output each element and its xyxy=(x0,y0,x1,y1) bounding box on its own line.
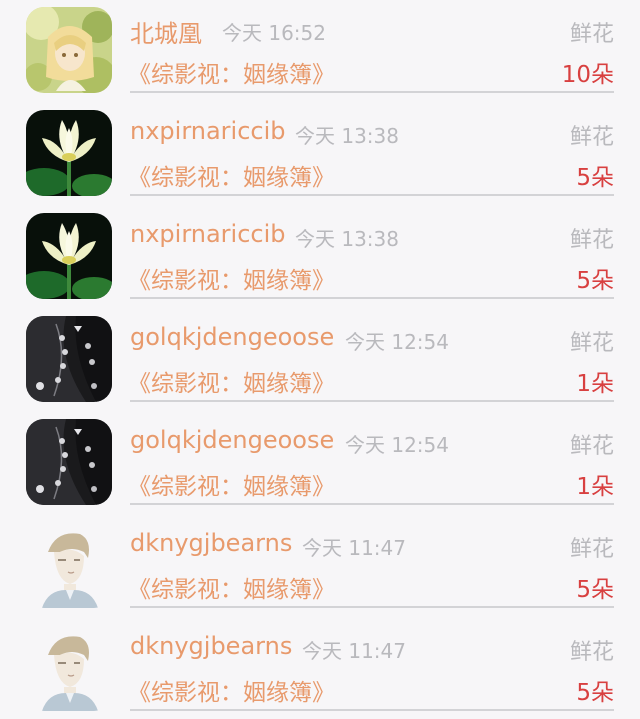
row-divider xyxy=(130,91,614,93)
gift-record-row[interactable]: dknygjbearns 今天 11:47 鲜花《综影视：姻缘簿》 5朵 xyxy=(0,618,640,719)
gift-type: 鲜花 xyxy=(569,434,614,459)
book-title-link[interactable]: 《综影视：姻缘簿》 xyxy=(128,55,335,89)
gift-type: 鲜花 xyxy=(569,22,614,47)
user-name[interactable]: nxpirnariccib xyxy=(130,220,286,248)
anime-girl-avatar[interactable] xyxy=(26,7,112,93)
book-title-link[interactable]: 《综影视：姻缘簿》 xyxy=(128,158,335,192)
book-title-link[interactable]: 《综影视：姻缘簿》 xyxy=(128,570,335,604)
gift-record-row[interactable]: nxpirnariccib 今天 13:38 鲜花《综影视：姻缘簿》 5朵 xyxy=(0,206,640,309)
gift-record-row[interactable]: nxpirnariccib 今天 13:38 鲜花《综影视：姻缘簿》 5朵 xyxy=(0,103,640,206)
row-divider xyxy=(130,709,614,711)
dark-jewelry-avatar[interactable] xyxy=(26,316,112,402)
gift-type: 鲜花 xyxy=(569,125,614,150)
sketch-boy-avatar[interactable] xyxy=(26,625,112,711)
dark-jewelry-avatar[interactable] xyxy=(26,419,112,505)
row-divider xyxy=(130,194,614,196)
gift-record-row[interactable]: golqkjdengeoose 今天 12:54 鲜花《综影视：姻缘簿》 1朵 xyxy=(0,412,640,515)
row-divider xyxy=(130,400,614,402)
gift-record-row[interactable]: dknygjbearns 今天 11:47 鲜花《综影视：姻缘簿》 5朵 xyxy=(0,515,640,618)
gift-count: 1朵 xyxy=(576,371,614,397)
row-divider xyxy=(130,503,614,505)
gift-count: 1朵 xyxy=(576,474,614,500)
user-name[interactable]: 北城凰 xyxy=(130,14,202,49)
gift-count: 5朵 xyxy=(576,268,614,294)
user-name[interactable]: nxpirnariccib xyxy=(130,117,286,145)
gift-type: 鲜花 xyxy=(569,537,614,562)
user-name[interactable]: golqkjdengeoose xyxy=(130,426,334,454)
lotus-avatar[interactable] xyxy=(26,213,112,299)
row-divider xyxy=(130,297,614,299)
user-name[interactable]: dknygjbearns xyxy=(130,632,292,660)
book-title-link[interactable]: 《综影视：姻缘簿》 xyxy=(128,364,335,398)
gift-count: 5朵 xyxy=(576,680,614,706)
timestamp: 今天 12:54 xyxy=(345,330,449,354)
sketch-boy-avatar[interactable] xyxy=(26,522,112,608)
row-divider xyxy=(130,606,614,608)
book-title-link[interactable]: 《综影视：姻缘簿》 xyxy=(128,673,335,707)
book-title-link[interactable]: 《综影视：姻缘簿》 xyxy=(128,261,335,295)
user-name[interactable]: dknygjbearns xyxy=(130,529,292,557)
gift-type: 鲜花 xyxy=(569,331,614,356)
gift-count: 5朵 xyxy=(576,165,614,191)
timestamp: 今天 11:47 xyxy=(302,536,406,560)
gift-record-row[interactable]: 北城凰 今天 16:52 鲜花《综影视：姻缘簿》 10朵 xyxy=(0,0,640,103)
gift-count: 10朵 xyxy=(561,62,614,88)
timestamp: 今天 13:38 xyxy=(295,227,399,251)
timestamp: 今天 11:47 xyxy=(302,639,406,663)
timestamp: 今天 16:52 xyxy=(222,21,326,45)
timestamp: 今天 13:38 xyxy=(295,124,399,148)
gift-type: 鲜花 xyxy=(569,640,614,665)
user-name[interactable]: golqkjdengeoose xyxy=(130,323,334,351)
gift-count: 5朵 xyxy=(576,577,614,603)
book-title-link[interactable]: 《综影视：姻缘簿》 xyxy=(128,467,335,501)
lotus-avatar[interactable] xyxy=(26,110,112,196)
gift-record-row[interactable]: golqkjdengeoose 今天 12:54 鲜花《综影视：姻缘簿》 1朵 xyxy=(0,309,640,412)
gift-type: 鲜花 xyxy=(569,228,614,253)
gift-record-list: 北城凰 今天 16:52 鲜花 《综影视：姻缘簿》 10朵 nxpirnariccib 今… xyxy=(0,0,640,719)
timestamp: 今天 12:54 xyxy=(345,433,449,457)
